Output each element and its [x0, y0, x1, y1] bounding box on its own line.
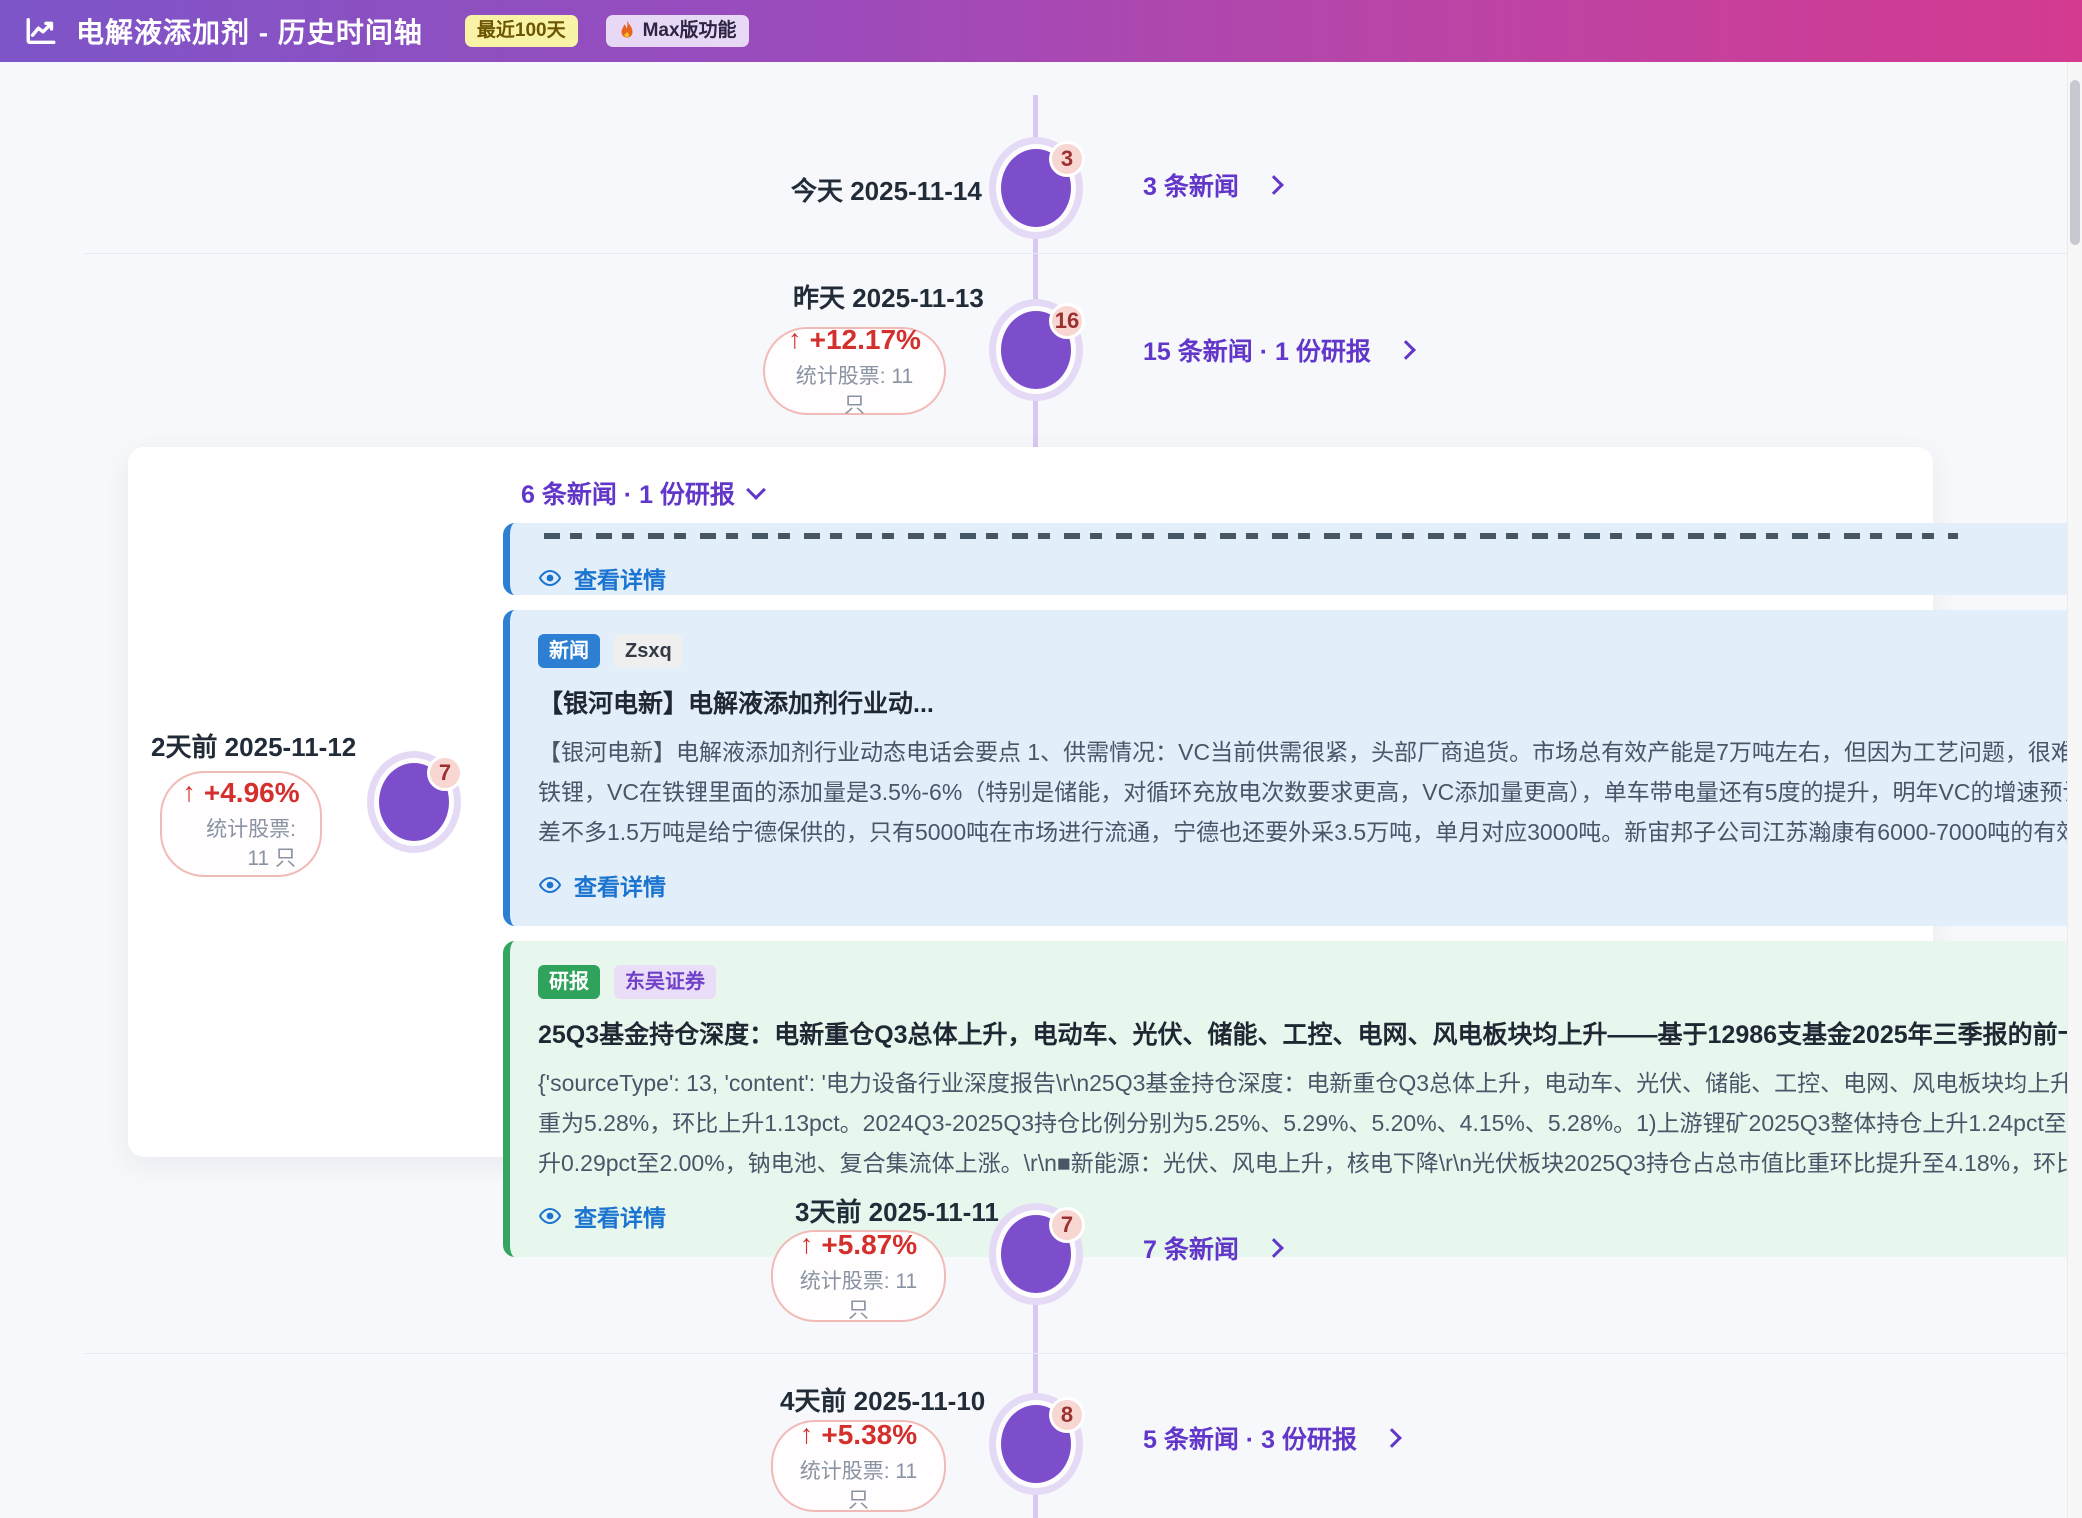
change-pill: ↑+4.96% 统计股票: 11 只 [160, 771, 322, 877]
count-badge: 8 [1049, 1397, 1085, 1433]
app-header: 电解液添加剂 - 历史时间轴 最近100天 Max版功能 [0, 0, 2082, 62]
page-title: 电解液添加剂 - 历史时间轴 [76, 11, 423, 51]
up-arrow-icon: ↑ [800, 1228, 814, 1262]
trend-chart-icon [24, 14, 58, 48]
chevron-right-icon [1396, 340, 1416, 360]
stocks-count: 统计股票: 11 只 [186, 816, 296, 873]
news-link[interactable]: 3 条新闻 [1143, 167, 1281, 203]
card-badges: 新闻 Zsxq [538, 634, 2075, 668]
timeline-date: 2天前 2025-11-12 [151, 727, 356, 764]
scrollbar-track[interactable] [2067, 62, 2082, 1518]
view-detail-link[interactable]: 查看详情 [538, 561, 2075, 595]
date-range-badge[interactable]: 最近100天 [465, 15, 578, 48]
up-arrow-icon: ↑ [182, 776, 196, 810]
change-value: +5.87% [821, 1227, 917, 1262]
report-title: 25Q3基金持仓深度：电新重仓Q3总体上升，电动车、光伏、储能、工控、电网、风电… [538, 1015, 2075, 1051]
timeline-screen: 电解液添加剂 - 历史时间轴 最近100天 Max版功能 今天 2025-11-… [0, 0, 2082, 1518]
timeline-date: 今天 2025-11-14 [791, 171, 982, 208]
report-body-line: {'sourceType': 13, 'content': '电力设备行业深度报… [538, 1063, 2075, 1103]
report-body-line: 升0.29pct至2.00%，钠电池、复合集流体上涨。\r\n■新能源：光伏、风… [538, 1143, 2075, 1183]
change-value: +4.96% [204, 775, 300, 810]
news-card-list: 查看详情 新闻 Zsxq 【银河电新】电解液添加剂行业动... 【银河电新】电解… [503, 523, 2082, 1257]
news-link[interactable]: 15 条新闻 · 1 份研报 [1143, 332, 1413, 368]
news-source-badge: Zsxq [614, 634, 683, 668]
change-pill: ↑+5.38% 统计股票: 11 只 [771, 1420, 946, 1512]
chevron-right-icon [1264, 1238, 1284, 1258]
view-detail-link[interactable]: 查看详情 [538, 1199, 2075, 1233]
report-type-badge: 研报 [538, 965, 600, 999]
news-card-truncated[interactable]: 查看详情 [503, 523, 2082, 595]
timeline-node[interactable]: 3 [996, 144, 1076, 232]
report-source-badge: 东吴证券 [614, 965, 716, 999]
max-feature-label: Max版功能 [643, 20, 737, 43]
row-divider [84, 1353, 2082, 1354]
news-title: 【银河电新】电解液添加剂行业动... [538, 684, 2075, 720]
timeline-date: 4天前 2025-11-10 [780, 1381, 985, 1418]
news-card[interactable]: 新闻 Zsxq 【银河电新】电解液添加剂行业动... 【银河电新】电解液添加剂行… [503, 610, 2082, 926]
scrollbar-thumb[interactable] [2070, 80, 2080, 245]
timeline-node[interactable]: 7 [374, 758, 454, 846]
chevron-right-icon [1382, 1428, 1402, 1448]
news-type-badge: 新闻 [538, 634, 600, 668]
row-divider [84, 253, 2082, 254]
eye-icon [538, 566, 562, 590]
max-feature-badge[interactable]: Max版功能 [606, 15, 749, 48]
count-badge: 7 [1049, 1207, 1085, 1243]
up-arrow-icon: ↑ [788, 323, 802, 357]
timeline-node[interactable]: 8 [996, 1400, 1076, 1488]
view-detail-link[interactable]: 查看详情 [538, 868, 2075, 902]
chevron-right-icon [1264, 175, 1284, 195]
collapse-summary-link[interactable]: 6 条新闻 · 1 份研报 [521, 475, 763, 511]
up-arrow-icon: ↑ [800, 1418, 814, 1452]
expanded-day-card: 2天前 2025-11-12 ↑+4.96% 统计股票: 11 只 7 6 条新… [128, 447, 1933, 1157]
clipped-text-strip [544, 533, 1958, 539]
timeline-node[interactable]: 16 [996, 306, 1076, 394]
stocks-count: 统计股票: 11 只 [789, 363, 920, 420]
count-badge: 7 [427, 755, 463, 791]
news-link[interactable]: 5 条新闻 · 3 份研报 [1143, 1420, 1399, 1456]
timeline-node[interactable]: 7 [996, 1210, 1076, 1298]
report-body-line: 重为5.28%，环比上升1.13pct。2024Q3-2025Q3持仓比例分别为… [538, 1103, 2075, 1143]
change-pill: ↑+5.87% 统计股票: 11 只 [771, 1230, 946, 1322]
change-value: +12.17% [810, 322, 921, 357]
count-badge: 16 [1049, 303, 1085, 339]
eye-icon [538, 873, 562, 897]
news-body-line: 铁锂，VC在铁锂里面的添加量是3.5%-6%（特别是储能，对循环充放电次数要求更… [538, 772, 2075, 812]
count-badge: 3 [1049, 141, 1085, 177]
news-body-line: 【银河电新】电解液添加剂行业动态电话会要点 1、供需情况：VC当前供需很紧，头部… [538, 732, 2075, 772]
news-link[interactable]: 7 条新闻 [1143, 1230, 1281, 1266]
report-card[interactable]: 研报 东吴证券 25Q3基金持仓深度：电新重仓Q3总体上升，电动车、光伏、储能、… [503, 941, 2082, 1257]
stocks-count: 统计股票: 11 只 [797, 1458, 920, 1515]
timeline-date: 3天前 2025-11-11 [795, 1192, 999, 1229]
eye-icon [538, 1204, 562, 1228]
chevron-down-icon [746, 480, 766, 500]
stocks-count: 统计股票: 11 只 [797, 1268, 920, 1325]
news-body-line: 差不多1.5万吨是给宁德保供的，只有5000吨在市场进行流通，宁德也还要外采3.… [538, 812, 2075, 852]
change-value: +5.38% [821, 1417, 917, 1452]
change-pill: ↑+12.17% 统计股票: 11 只 [763, 327, 946, 415]
timeline-date: 昨天 2025-11-13 [793, 278, 984, 315]
fire-icon [618, 20, 636, 42]
card-badges: 研报 东吴证券 [538, 965, 2075, 999]
